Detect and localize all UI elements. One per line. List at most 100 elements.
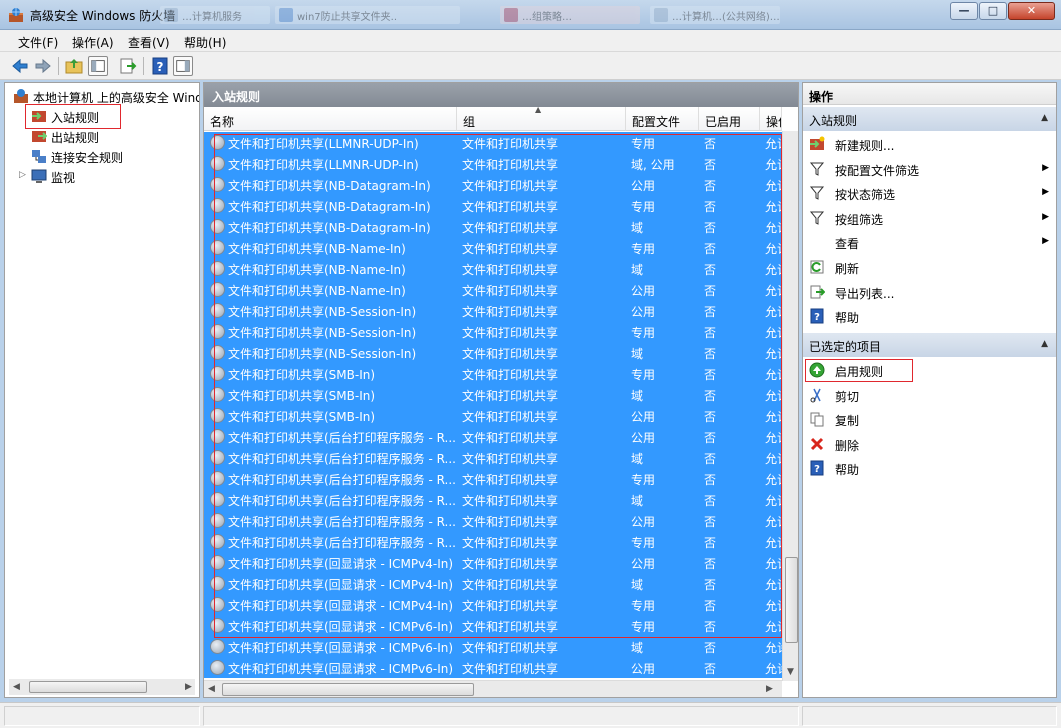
cell-enabled: 否 [704,431,717,445]
close-button[interactable]: ✕ [1008,2,1055,20]
table-row[interactable]: 文件和打印机共享(回显请求 - ICMPv6-In)文件和打印机共享域否允许 [204,636,785,657]
maximize-button[interactable]: □ [979,2,1007,20]
cell-enabled: 否 [704,578,717,592]
table-row[interactable]: 文件和打印机共享(后台打印程序服务 - R...文件和打印机共享公用否允许 [204,510,785,531]
table-row[interactable]: 文件和打印机共享(后台打印程序服务 - R...文件和打印机共享专用否允许 [204,531,785,552]
table-row[interactable]: 文件和打印机共享(回显请求 - ICMPv4-In)文件和打印机共享公用否允许 [204,552,785,573]
table-row[interactable]: 文件和打印机共享(NB-Datagram-In)文件和打印机共享专用否允许 [204,195,785,216]
up-folder-icon[interactable] [64,56,84,76]
scroll-down-icon[interactable]: ▼ [787,667,794,677]
cell-group: 文件和打印机共享 [462,452,559,466]
menu-file[interactable]: 文件(F) [18,34,58,51]
action-cut[interactable]: 剪切 [807,384,1053,406]
table-row[interactable]: 文件和打印机共享(NB-Datagram-In)文件和打印机共享公用否允许 [204,174,785,195]
action-filter[interactable]: 按状态筛选 ▶ [807,182,1053,204]
action-view[interactable]: 查看 ▶ [807,231,1053,253]
table-row[interactable]: 文件和打印机共享(NB-Session-In)文件和打印机共享专用否允许 [204,321,785,342]
scroll-right-icon[interactable]: ▶ [766,684,773,694]
scroll-thumb[interactable] [29,681,147,693]
tree-horizontal-scrollbar[interactable]: ◀ ▶ [9,679,195,695]
action-export[interactable]: 导出列表... [807,281,1053,303]
rule-disabled-icon [210,492,225,507]
column-header-action[interactable]: 操作 [760,107,782,131]
tree-item-outbound-rules[interactable]: 出站规则 [31,126,151,146]
action-filter[interactable]: 按配置文件筛选 ▶ [807,158,1053,180]
inbound-rules-icon [32,111,46,122]
tree-item-connection-security-rules[interactable]: 连接安全规则 [31,146,171,166]
table-row[interactable]: 文件和打印机共享(后台打印程序服务 - R...文件和打印机共享公用否允许 [204,426,785,447]
minimize-button[interactable]: — [950,2,978,20]
cell-name: 文件和打印机共享(NB-Session-In) [228,347,417,361]
table-row[interactable]: 文件和打印机共享(LLMNR-UDP-In)文件和打印机共享域, 公用否允许 [204,153,785,174]
scroll-thumb[interactable] [785,557,798,643]
column-header-name[interactable]: 名称 [204,107,457,131]
cell-enabled: 否 [704,200,717,214]
actions-section-inbound-rules[interactable]: 入站规则 ▲ [803,107,1056,131]
list-vertical-scrollbar[interactable]: ▼ [782,131,798,681]
menu-view[interactable]: 查看(V) [128,34,170,51]
column-header-enabled[interactable]: 已启用 [699,107,760,131]
action-help[interactable]: ? 帮助 [807,305,1053,327]
show-hide-tree-icon[interactable] [88,56,108,76]
table-row[interactable]: 文件和打印机共享(NB-Name-In)文件和打印机共享域否允许 [204,258,785,279]
collapse-icon[interactable]: ▲ [1041,113,1048,123]
table-row[interactable]: 文件和打印机共享(NB-Datagram-In)文件和打印机共享域否允许 [204,216,785,237]
action-filter[interactable]: 按组筛选 ▶ [807,207,1053,229]
rule-disabled-icon [210,282,225,297]
table-row[interactable]: 文件和打印机共享(SMB-In)文件和打印机共享公用否允许 [204,405,785,426]
table-row[interactable]: 文件和打印机共享(后台打印程序服务 - R...文件和打印机共享域否允许 [204,447,785,468]
table-row[interactable]: 文件和打印机共享(NB-Name-In)文件和打印机共享公用否允许 [204,279,785,300]
table-row[interactable]: 文件和打印机共享(后台打印程序服务 - R...文件和打印机共享域否允许 [204,489,785,510]
list-horizontal-scrollbar[interactable]: ◀ ▶ [204,680,782,697]
cell-profile: 公用 [631,305,656,319]
expand-arrow-icon[interactable]: ▷ [19,170,26,180]
submenu-arrow-icon: ▶ [1042,187,1049,198]
table-row[interactable]: 文件和打印机共享(回显请求 - ICMPv4-In)文件和打印机共享专用否允许 [204,594,785,615]
tree-root[interactable]: 本地计算机 上的高级安全 Windows 防火墙 [13,86,199,106]
column-header-profile[interactable]: 配置文件 [626,107,699,131]
cell-profile: 公用 [631,284,656,298]
table-row[interactable]: 文件和打印机共享(回显请求 - ICMPv6-In)文件和打印机共享专用否允许 [204,615,785,636]
scroll-left-icon[interactable]: ◀ [13,682,20,692]
action-refresh[interactable]: 刷新 [807,256,1053,278]
table-row[interactable]: 文件和打印机共享(NB-Session-In)文件和打印机共享公用否允许 [204,300,785,321]
menu-help[interactable]: 帮助(H) [184,34,226,51]
table-row[interactable]: 文件和打印机共享(NB-Session-In)文件和打印机共享域否允许 [204,342,785,363]
filter-icon [809,211,825,225]
show-hide-action-pane-icon[interactable] [173,56,193,76]
collapse-icon[interactable]: ▲ [1041,339,1048,349]
scroll-right-icon[interactable]: ▶ [185,682,192,692]
cell-enabled: 否 [704,662,717,676]
action-new-rule[interactable]: 新建规则... [807,133,1053,155]
back-icon[interactable] [10,56,30,76]
tree-item-monitor[interactable]: 监视 [31,166,131,186]
title-bar[interactable]: 高级安全 Windows 防火墙 …计算机服务 win7防止共享文件夹.. …组… [0,0,1061,30]
action-enable-rule[interactable]: 启用规则 [807,359,1053,381]
table-row[interactable]: 文件和打印机共享(LLMNR-UDP-In)文件和打印机共享专用否允许 [204,132,785,153]
table-row[interactable]: 文件和打印机共享(回显请求 - ICMPv6-In)文件和打印机共享公用否允许 [204,657,785,678]
forward-icon[interactable] [33,56,53,76]
scroll-left-icon[interactable]: ◀ [208,684,215,694]
column-header-group[interactable]: 组 ▲ [457,107,626,131]
cell-group: 文件和打印机共享 [462,179,559,193]
table-row[interactable]: 文件和打印机共享(NB-Name-In)文件和打印机共享专用否允许 [204,237,785,258]
help-icon[interactable]: ? [150,56,170,76]
scroll-thumb[interactable] [222,683,474,696]
menu-action[interactable]: 操作(A) [72,34,114,51]
export-list-icon[interactable] [118,56,138,76]
actions-pane-title: 操作 [803,83,1056,105]
submenu-arrow-icon: ▶ [1042,162,1049,173]
help-icon: ? [810,308,824,324]
table-row[interactable]: 文件和打印机共享(回显请求 - ICMPv4-In)文件和打印机共享域否允许 [204,573,785,594]
table-row[interactable]: 文件和打印机共享(SMB-In)文件和打印机共享域否允许 [204,384,785,405]
cell-profile: 专用 [631,368,656,382]
actions-section-selected-items[interactable]: 已选定的项目 ▲ [803,333,1056,357]
tree-item-inbound-rules[interactable]: 入站规则 [31,106,121,126]
table-row[interactable]: 文件和打印机共享(SMB-In)文件和打印机共享专用否允许 [204,363,785,384]
action-delete[interactable]: 删除 [807,433,1053,455]
action-copy[interactable]: 复制 [807,408,1053,430]
cell-group: 文件和打印机共享 [462,473,559,487]
action-help[interactable]: ? 帮助 [807,457,1053,479]
table-row[interactable]: 文件和打印机共享(后台打印程序服务 - R...文件和打印机共享专用否允许 [204,468,785,489]
cell-profile: 公用 [631,557,656,571]
